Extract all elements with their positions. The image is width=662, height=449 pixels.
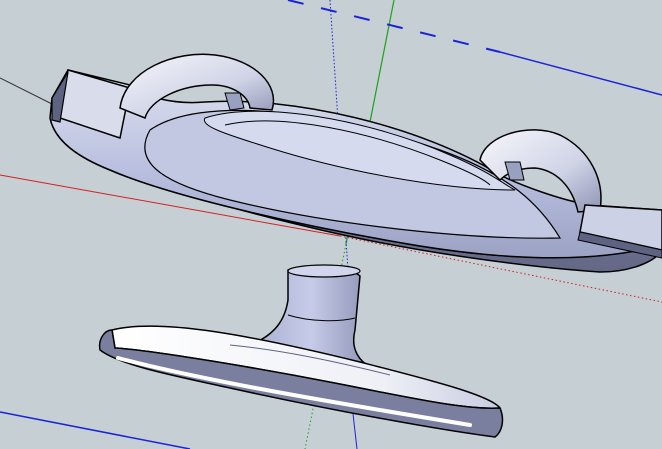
blue-solid-line-top	[499, 51, 662, 96]
blue-dashed-line	[287, 0, 501, 53]
blue-solid-line-bottom	[0, 411, 191, 449]
3d-scene[interactable]	[0, 0, 662, 449]
modeling-viewport[interactable]	[0, 0, 662, 449]
stem-top-cap[interactable]	[287, 264, 361, 278]
lower-knob-model[interactable]	[98, 264, 504, 438]
